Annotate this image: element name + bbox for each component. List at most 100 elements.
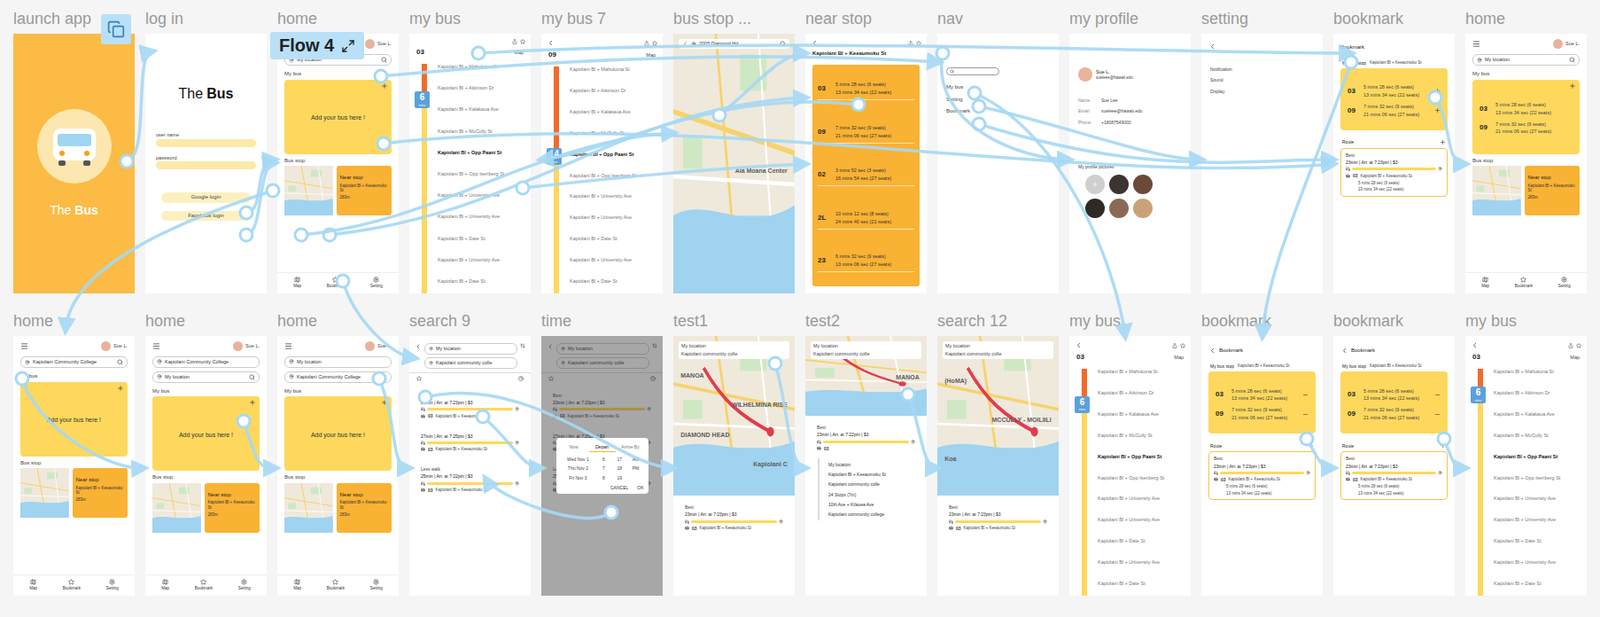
map-link[interactable]: Map xyxy=(1569,354,1580,361)
plus-icon[interactable] xyxy=(1307,442,1314,449)
share-icon[interactable] xyxy=(908,40,914,47)
flow-connection[interactable] xyxy=(472,45,1352,60)
nav-item[interactable]: Map xyxy=(161,578,170,591)
near-stop-card[interactable]: Near stopKapiolani Bl + Keeaumoku St283m xyxy=(72,467,129,518)
map-search[interactable]: 2005 Diamond Hd xyxy=(678,38,790,49)
dialog-button[interactable]: OK xyxy=(636,484,644,490)
dialog-button[interactable]: CANCEL xyxy=(610,484,629,490)
bus-row[interactable]: 097 mins 32 sec (9 seats)21 mins 06 sec … xyxy=(1479,121,1573,136)
stop-item[interactable]: Kapiolani Bl + Opp Isenberg St xyxy=(1097,474,1184,482)
avatar[interactable] xyxy=(365,38,375,49)
screen-frame[interactable]: NotificationSoundDisplay xyxy=(1201,33,1323,294)
avatar[interactable] xyxy=(1553,38,1563,49)
route-map[interactable]: My locationKapiolani community colle(HoM… xyxy=(937,335,1059,496)
login-field[interactable]: password xyxy=(155,155,257,174)
plus-icon[interactable] xyxy=(1568,82,1577,90)
flow-connection[interactable] xyxy=(240,159,275,219)
nav-item[interactable]: Bookmark xyxy=(62,578,81,591)
nav-item[interactable]: Bookmark xyxy=(326,276,345,289)
screen-frame[interactable]: My locationKapiolani community colleMANO… xyxy=(673,335,795,596)
screen-frame[interactable]: My locationKapiolani community colle(HoM… xyxy=(937,335,1059,596)
stop-item[interactable]: Kapiolani Bl + University Ave xyxy=(1493,495,1580,502)
back-icon[interactable] xyxy=(682,40,689,47)
stop-item[interactable]: Kapiolani Bl + Date St xyxy=(1097,537,1184,544)
route-map[interactable]: My locationKapiolani community colleMANO… xyxy=(805,335,927,416)
stop-item[interactable]: Kapiolani Bl + Mahukona St xyxy=(1493,368,1580,375)
stop-item[interactable]: Kapiolani Bl + Atkinson Dr xyxy=(1493,389,1580,397)
frame-label[interactable]: home xyxy=(277,8,399,29)
frame-label[interactable]: home xyxy=(1465,8,1587,29)
search-field[interactable]: My location xyxy=(284,356,392,368)
screen-frame[interactable]: Kapiolani Bl + Keeaumoku St035 mins 28 s… xyxy=(805,33,927,294)
arrival-row[interactable]: 2L10 mins 12 sec (8 seats)24 mins 40 sec… xyxy=(817,207,915,230)
frame-label[interactable]: bookmark xyxy=(1333,310,1455,331)
nav-item[interactable]: Bookmark xyxy=(194,578,213,591)
nav-item[interactable]: Map xyxy=(29,578,38,591)
map-link[interactable]: Map xyxy=(1173,354,1184,361)
nav-item[interactable]: Map xyxy=(293,578,302,591)
frame-label[interactable]: log in xyxy=(145,8,267,29)
flow-connection[interactable] xyxy=(485,478,618,519)
stop-item[interactable]: Kapiolani Bl + Opp Paani St xyxy=(1493,453,1580,460)
flow-connection[interactable] xyxy=(516,163,806,195)
stop-item[interactable]: Kapiolani Bl + University Ave xyxy=(1097,559,1184,566)
screen-frame[interactable]: My busSettingBookmark xyxy=(937,33,1059,294)
mini-map[interactable] xyxy=(284,165,334,216)
from-field[interactable]: My location xyxy=(945,342,1051,350)
flow-connection[interactable] xyxy=(323,97,806,241)
trip-card[interactable]: Best23min | Arr. at 7:23pm | $303Kapiola… xyxy=(416,388,524,423)
back-icon[interactable] xyxy=(546,38,555,47)
search-icon[interactable] xyxy=(779,40,786,47)
frame-label[interactable]: home xyxy=(277,310,399,331)
frame-label[interactable]: bus stop ... xyxy=(673,8,795,29)
route-step[interactable]: Kapiolani community colle xyxy=(828,481,918,487)
flow-connection[interactable] xyxy=(768,357,806,468)
stop-item[interactable]: Kapiolani Bl + Atkinson Dr xyxy=(1097,389,1184,397)
flow-connection[interactable] xyxy=(372,372,410,468)
frame-label[interactable]: bookmark xyxy=(1333,8,1455,29)
my-bus-card[interactable]: Add your bus here ! xyxy=(152,396,260,471)
search-field[interactable]: My location xyxy=(152,371,260,383)
star-icon[interactable] xyxy=(1180,342,1186,349)
search-icon[interactable] xyxy=(380,373,388,381)
route-step[interactable]: Kapiolani community college xyxy=(828,511,918,517)
flow-connection[interactable] xyxy=(374,56,940,83)
nav-item[interactable]: Bookmark xyxy=(326,578,345,591)
flow-badge[interactable]: Flow 4 xyxy=(270,31,365,60)
flow-connection[interactable] xyxy=(120,51,153,168)
stop-item[interactable]: Kapiolani Bl + University Ave xyxy=(437,213,524,220)
screen-frame[interactable]: TheBus xyxy=(13,33,135,294)
plus-icon[interactable] xyxy=(380,82,389,90)
bus-row[interactable]: 035 mins 28 sec (6 seats)13 mins 34 sec … xyxy=(1479,101,1573,117)
flow-connection[interactable] xyxy=(901,388,938,468)
plus-icon[interactable] xyxy=(1434,107,1441,114)
frame-label[interactable]: home xyxy=(13,310,135,331)
frame-label[interactable]: home xyxy=(145,310,267,331)
stop-item[interactable]: Kapiolani Bl + University Ave xyxy=(1097,516,1184,523)
stop-item[interactable]: Kapiolani Bl + Opp Paani St xyxy=(437,149,524,156)
menu-icon[interactable] xyxy=(1472,39,1481,48)
stop-item[interactable]: Kapiolani Bl + McCully St xyxy=(569,130,656,137)
time-picker[interactable]: Wed Nov 1Thu Nov 2Fri Nov 3678171819AMPM xyxy=(560,456,645,481)
plus-icon[interactable] xyxy=(248,398,257,406)
flow-connection[interactable] xyxy=(936,46,1070,160)
star-icon[interactable] xyxy=(1576,342,1582,349)
near-stop-card[interactable]: Near stopKapiolani Bl + Keeaumoku St283m xyxy=(336,482,393,533)
avatar[interactable] xyxy=(233,341,243,351)
star-icon[interactable] xyxy=(652,40,658,47)
frame-label[interactable]: setting xyxy=(1201,8,1323,29)
stop-item[interactable]: Kapiolani Bl + Kalakaua Ave xyxy=(569,108,656,116)
screen-frame[interactable]: BookmarkMy bus stopKapiolani Bl + Keeaum… xyxy=(1333,33,1455,294)
flow-connection[interactable] xyxy=(1262,55,1358,336)
stop-item[interactable]: Kapiolani Bl + Opp Paani St xyxy=(569,151,656,158)
arrival-row[interactable]: 035 mins 28 sec (6 seats)13 mins 34 sec … xyxy=(817,77,915,101)
arrival-row[interactable]: 023 mins 52 sec (3 seats)16 mins 54 sec … xyxy=(817,163,915,187)
flow-connection[interactable] xyxy=(336,274,415,358)
search-icon[interactable] xyxy=(1568,56,1576,63)
frame-label[interactable]: my bus 7 xyxy=(541,8,663,29)
star-icon[interactable] xyxy=(520,38,526,45)
frame-label[interactable]: bookmark xyxy=(1201,310,1323,331)
trip-card[interactable]: Best23min | Arr. at 7:23pm | $303Kapiola… xyxy=(944,500,1052,535)
stop-item[interactable]: Kapiolani Bl + McCully St xyxy=(1097,432,1184,439)
screen-frame[interactable]: Sue L.Kapiolani Community CollegeMy busA… xyxy=(13,335,135,596)
